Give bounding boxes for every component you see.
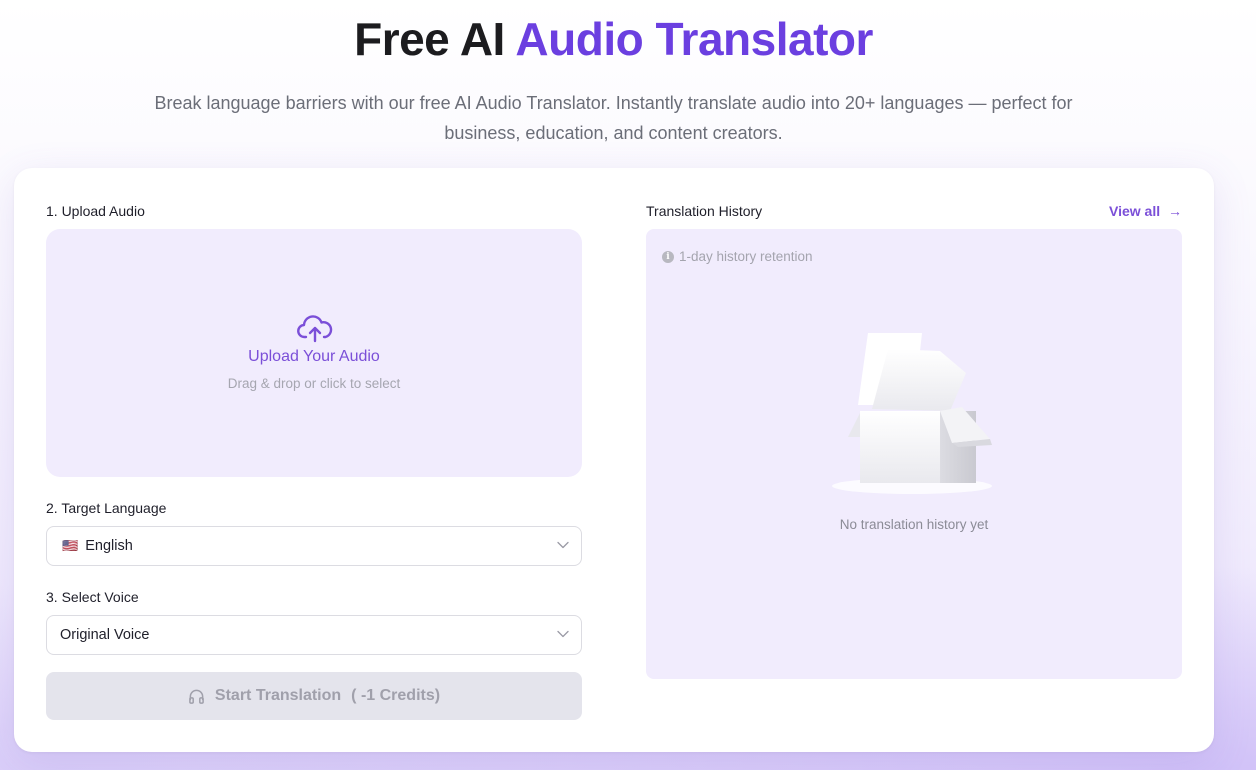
title-accent: Audio Translator <box>515 13 873 65</box>
retention-note: i 1-day history retention <box>662 249 813 264</box>
credits-label: ( -1 Credits) <box>351 687 441 704</box>
history-panel: i 1-day history retention No translation… <box>646 229 1182 679</box>
start-translation-label: Start Translation <box>214 687 342 704</box>
upload-step-label: 1. Upload Audio <box>46 203 145 219</box>
history-title: Translation History <box>646 203 763 219</box>
us-flag-icon: 🇺🇸 <box>62 538 79 553</box>
voice-select[interactable]: Original Voice <box>46 615 582 655</box>
target-language-select[interactable]: 🇺🇸 English <box>46 526 582 566</box>
start-translation-button[interactable]: Start Translation ( -1 Credits) <box>46 672 582 720</box>
arrow-right-icon: → <box>1168 203 1182 219</box>
title-plain: Free AI <box>354 13 505 65</box>
retention-text: 1-day history retention <box>679 249 813 264</box>
chevron-down-icon <box>557 630 569 638</box>
upload-hint: Drag & drop or click to select <box>227 376 401 391</box>
language-selected: English <box>85 538 133 554</box>
page-title: Free AI Audio Translator <box>0 12 1227 66</box>
page-subtitle: Break language barriers with our free AI… <box>154 93 1073 143</box>
language-value: 🇺🇸 English <box>62 538 133 554</box>
voice-step-label: 3. Select Voice <box>46 589 139 605</box>
empty-box-illustration <box>832 333 992 494</box>
upload-dropzone[interactable]: Upload Your Audio Drag & drop or click t… <box>46 229 582 477</box>
upload-title: Upload Your Audio <box>248 348 380 365</box>
empty-history-text: No translation history yet <box>839 517 989 532</box>
chevron-down-icon <box>557 541 569 549</box>
translator-card: 1. Upload Audio Upload Your Audio Drag &… <box>14 168 1214 752</box>
view-all-link[interactable]: View all → <box>1109 203 1182 219</box>
view-all-label: View all <box>1109 203 1161 219</box>
voice-selected: Original Voice <box>60 627 150 643</box>
info-icon: i <box>662 250 674 263</box>
headphones-icon <box>189 689 204 704</box>
language-step-label: 2. Target Language <box>46 500 167 516</box>
cloud-upload-icon <box>297 315 333 343</box>
